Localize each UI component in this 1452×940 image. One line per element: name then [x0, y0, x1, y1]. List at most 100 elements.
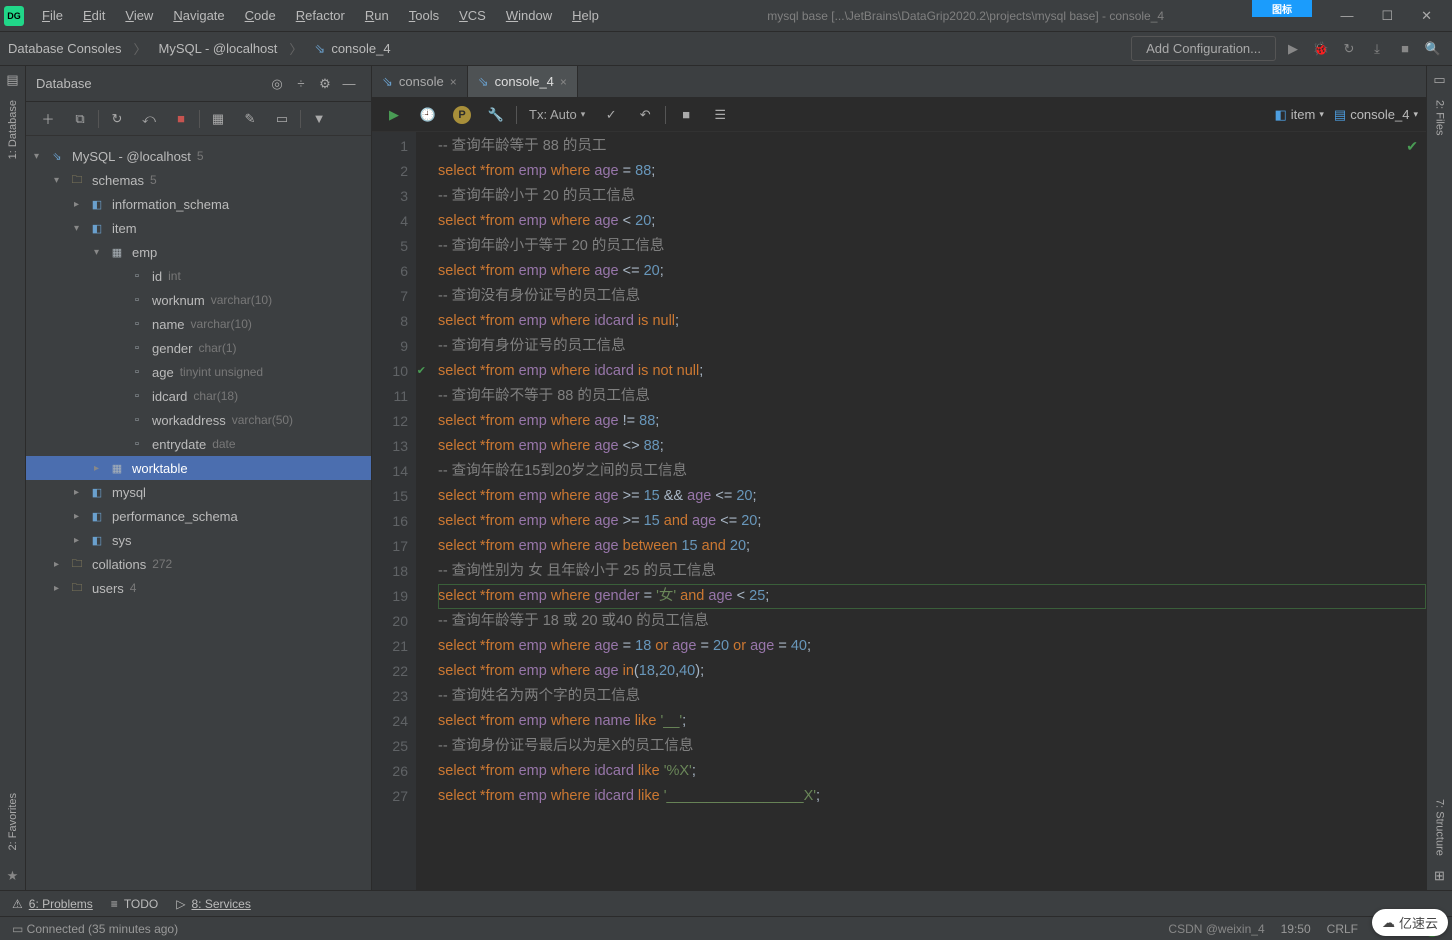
- favorites-tool-label[interactable]: 2: Favorites: [7, 789, 19, 854]
- column-entrydate[interactable]: ▫entrydatedate: [26, 432, 371, 456]
- close-icon[interactable]: ✕: [1413, 6, 1440, 26]
- close-tab-icon[interactable]: ×: [450, 75, 457, 89]
- rollback-icon[interactable]: ↶: [631, 102, 659, 128]
- code-line[interactable]: select *from emp where age = 18 or age =…: [438, 634, 1426, 659]
- breadcrumb-item[interactable]: MySQL - @localhost: [158, 41, 277, 56]
- console-icon[interactable]: ▭: [268, 106, 296, 132]
- cursor-position[interactable]: 19:50: [1281, 922, 1311, 936]
- code-line[interactable]: -- 查询年龄等于 88 的员工: [438, 134, 1426, 159]
- menu-tools[interactable]: Tools: [401, 5, 447, 26]
- schemas-folder[interactable]: ▾🗀schemas5: [26, 168, 371, 192]
- code-line[interactable]: -- 查询身份证号最后以为是X的员工信息: [438, 734, 1426, 759]
- code-line[interactable]: -- 查询年龄小于 20 的员工信息: [438, 184, 1426, 209]
- table-worktable[interactable]: ▸▦worktable: [26, 456, 371, 480]
- code-line[interactable]: select *from emp where age >= 15 and age…: [438, 509, 1426, 534]
- menu-view[interactable]: View: [117, 5, 161, 26]
- column-age[interactable]: ▫agetinyint unsigned: [26, 360, 371, 384]
- rollback-icon[interactable]: ⤺: [135, 106, 163, 132]
- stop-icon[interactable]: ■: [1394, 38, 1416, 60]
- menu-refactor[interactable]: Refactor: [288, 5, 353, 26]
- code-line[interactable]: -- 查询年龄在15到20岁之间的员工信息: [438, 459, 1426, 484]
- collations-folder[interactable]: ▸🗀collations272: [26, 552, 371, 576]
- files-tool-icon[interactable]: ▭: [1433, 72, 1445, 88]
- code-line[interactable]: select *from emp where age = 88;: [438, 159, 1426, 184]
- stop-icon[interactable]: ■: [167, 106, 195, 132]
- tab-console_4[interactable]: ⇘console_4×: [468, 66, 578, 97]
- code-line[interactable]: select *from emp where idcard is not nul…: [438, 359, 1426, 384]
- column-name[interactable]: ▫namevarchar(10): [26, 312, 371, 336]
- run-icon[interactable]: ▶: [1282, 38, 1304, 60]
- code-line[interactable]: select *from emp where age <= 20;: [438, 259, 1426, 284]
- breadcrumb-item[interactable]: console_4: [331, 41, 390, 56]
- database-tool-label[interactable]: 1: Database: [7, 96, 19, 163]
- code-line[interactable]: select *from emp where age <> 88;: [438, 434, 1426, 459]
- code-line[interactable]: -- 查询没有身份证号的员工信息: [438, 284, 1426, 309]
- code-line[interactable]: select *from emp where idcard is null;: [438, 309, 1426, 334]
- wrench-icon[interactable]: 🔧: [482, 102, 510, 128]
- format-icon[interactable]: ☰: [706, 102, 734, 128]
- add-icon[interactable]: ＋: [34, 106, 62, 132]
- explain-icon[interactable]: P: [448, 102, 476, 128]
- copy-icon[interactable]: ⧉: [66, 106, 94, 132]
- tab-console[interactable]: ⇘console×: [372, 66, 468, 97]
- table-emp[interactable]: ▾▦emp: [26, 240, 371, 264]
- code-line[interactable]: select *from emp where age between 15 an…: [438, 534, 1426, 559]
- code-line[interactable]: select *from emp where name like '__';: [438, 709, 1426, 734]
- column-workaddress[interactable]: ▫workaddressvarchar(50): [26, 408, 371, 432]
- datasource[interactable]: ▾⇘MySQL - @localhost5: [26, 144, 371, 168]
- structure-tool-icon[interactable]: ⊞: [1434, 868, 1445, 884]
- code-content[interactable]: -- 查询年龄等于 88 的员工select *from emp where a…: [416, 132, 1426, 890]
- schema[interactable]: ▸◧performance_schema: [26, 504, 371, 528]
- code-line[interactable]: -- 查询姓名为两个字的员工信息: [438, 684, 1426, 709]
- history-icon[interactable]: 🕘: [414, 102, 442, 128]
- code-line[interactable]: select *from emp where age != 88;: [438, 409, 1426, 434]
- refresh-icon[interactable]: ↻: [103, 106, 131, 132]
- favorites-icon[interactable]: ★: [7, 868, 19, 884]
- split-icon[interactable]: ÷: [289, 72, 313, 96]
- code-line[interactable]: select *from emp where age >= 15 && age …: [438, 484, 1426, 509]
- close-tab-icon[interactable]: ×: [560, 75, 567, 89]
- menu-file[interactable]: File: [34, 5, 71, 26]
- edit-icon[interactable]: ✎: [236, 106, 264, 132]
- filter-icon[interactable]: ▼: [305, 106, 333, 132]
- database-tree[interactable]: ▾⇘MySQL - @localhost5▾🗀schemas5▸◧informa…: [26, 140, 371, 890]
- users-folder[interactable]: ▸🗀users4: [26, 576, 371, 600]
- structure-tool-label[interactable]: 7: Structure: [1434, 795, 1446, 860]
- schema[interactable]: ▸◧information_schema: [26, 192, 371, 216]
- tx-mode-dropdown[interactable]: Tx: Auto ▾: [523, 105, 591, 124]
- column-worknum[interactable]: ▫worknumvarchar(10): [26, 288, 371, 312]
- code-line[interactable]: -- 查询性别为 女 且年龄小于 25 的员工信息: [438, 559, 1426, 584]
- schema[interactable]: ▸◧mysql: [26, 480, 371, 504]
- rerun-icon[interactable]: ↻: [1338, 38, 1360, 60]
- execute-icon[interactable]: ▶: [380, 102, 408, 128]
- column-gender[interactable]: ▫genderchar(1): [26, 336, 371, 360]
- schema[interactable]: ▸◧sys: [26, 528, 371, 552]
- column-id[interactable]: ▫idint: [26, 264, 371, 288]
- maximize-icon[interactable]: ☐: [1373, 6, 1401, 26]
- column-idcard[interactable]: ▫idcardchar(18): [26, 384, 371, 408]
- gear-icon[interactable]: ⚙: [313, 72, 337, 96]
- files-tool-label[interactable]: 2: Files: [1434, 96, 1446, 139]
- problems-button[interactable]: ⚠ 6: Problems: [12, 897, 93, 911]
- menu-vcs[interactable]: VCS: [451, 5, 494, 26]
- menu-run[interactable]: Run: [357, 5, 397, 26]
- code-line[interactable]: -- 查询年龄小于等于 20 的员工信息: [438, 234, 1426, 259]
- debug-icon[interactable]: 🐞: [1310, 38, 1332, 60]
- code-line[interactable]: -- 查询年龄等于 18 或 20 或40 的员工信息: [438, 609, 1426, 634]
- search-icon[interactable]: 🔍: [1422, 38, 1444, 60]
- schema-item[interactable]: ▾◧item: [26, 216, 371, 240]
- menu-navigate[interactable]: Navigate: [165, 5, 232, 26]
- code-line[interactable]: select *from emp where idcard like '____…: [438, 784, 1426, 809]
- todo-button[interactable]: ≡ TODO: [111, 897, 158, 911]
- attach-icon[interactable]: ⤓: [1366, 38, 1388, 60]
- database-tool-icon[interactable]: ▤: [6, 72, 18, 88]
- target-icon[interactable]: ◎: [265, 72, 289, 96]
- cancel-icon[interactable]: ■: [672, 102, 700, 128]
- code-line[interactable]: select *from emp where age < 20;: [438, 209, 1426, 234]
- schema-selector[interactable]: ◧item ▾: [1275, 107, 1324, 123]
- commit-icon[interactable]: ✓: [597, 102, 625, 128]
- collapse-icon[interactable]: —: [337, 72, 361, 96]
- line-separator[interactable]: CRLF: [1327, 922, 1358, 936]
- menu-edit[interactable]: Edit: [75, 5, 113, 26]
- table-icon[interactable]: ▦: [204, 106, 232, 132]
